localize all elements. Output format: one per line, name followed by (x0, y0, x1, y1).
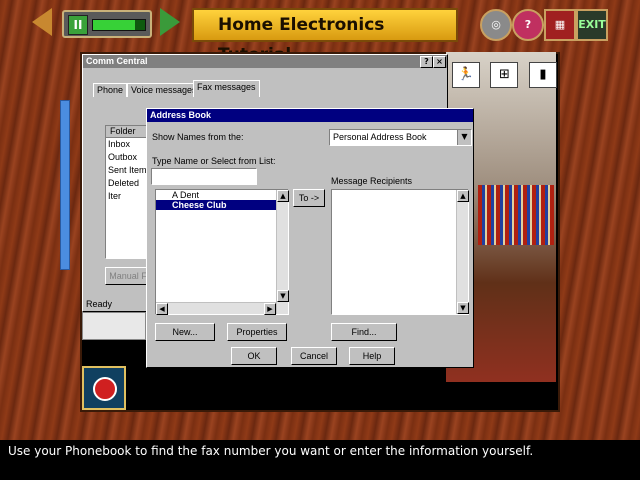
recipients-label: Message Recipients (331, 176, 413, 186)
tab-fax-messages[interactable]: Fax messages (193, 80, 260, 97)
show-names-select[interactable]: Personal Address Book ▼ (329, 129, 472, 146)
progress-meter-fill (93, 20, 135, 30)
side-scroll-indicator (60, 100, 70, 270)
pause-button[interactable]: II (68, 15, 88, 35)
app-title-banner: Home Electronics Tutorial (192, 8, 458, 65)
comm-central-title: Comm Central (86, 56, 148, 66)
tab-phone[interactable]: Phone (93, 83, 128, 97)
scroll-left-icon[interactable]: ◀ (156, 303, 168, 315)
new-button[interactable]: New... (155, 323, 215, 341)
address-book-title: Address Book (150, 110, 212, 120)
list-item-selected[interactable]: Cheese Club (156, 200, 288, 210)
caption-bar: Use your Phonebook to find the fax numbe… (0, 440, 640, 480)
manual-button[interactable]: Manual F (105, 267, 151, 285)
windows-icon[interactable]: ⊞ (490, 62, 519, 88)
light-switch-icon[interactable]: ▮ (528, 62, 557, 88)
tab-voice-messages[interactable]: Voice messages (127, 83, 201, 97)
type-name-input[interactable] (151, 168, 257, 185)
comm-central-titlebar: Comm Central ? × (83, 55, 447, 68)
names-scrollbar-v[interactable]: ▲ ▼ (276, 190, 289, 314)
list-item[interactable]: A Dent (156, 190, 288, 200)
fax-machine-image (82, 312, 146, 340)
guide-avatar-icon[interactable] (82, 366, 126, 410)
scroll-up-icon[interactable]: ▲ (457, 190, 469, 202)
playback-control: II (62, 10, 152, 38)
globe-icon[interactable]: ◎ (480, 9, 512, 41)
ok-button[interactable]: OK (231, 347, 277, 365)
progress-meter (92, 19, 146, 31)
type-name-label: Type Name or Select from List: (152, 156, 276, 166)
close-icon[interactable]: × (433, 56, 446, 68)
names-list[interactable]: A Dent Cheese Club ▲ ▼ ◀ ▶ (155, 189, 289, 315)
scroll-right-icon[interactable]: ▶ (264, 303, 276, 315)
grid-menu-icon[interactable]: ▦ (544, 9, 576, 41)
exit-button[interactable]: EXIT (576, 9, 608, 41)
forward-arrow-icon[interactable] (160, 8, 180, 36)
recipients-list[interactable]: ▲ ▼ (331, 189, 469, 315)
back-arrow-icon[interactable] (32, 8, 52, 36)
room-icons: 🏃 ⊞ ▮ (452, 62, 563, 88)
to-button[interactable]: To -> (293, 189, 325, 207)
show-names-label: Show Names from the: (152, 132, 244, 142)
names-scrollbar-h[interactable]: ◀ ▶ (156, 302, 276, 315)
recipients-scrollbar-v[interactable]: ▲ ▼ (456, 190, 469, 314)
help-title-button[interactable]: ? (420, 56, 433, 68)
address-book-titlebar: Address Book (147, 109, 473, 122)
properties-button[interactable]: Properties (227, 323, 287, 341)
bookshelf-image (478, 185, 554, 245)
cancel-button[interactable]: Cancel (291, 347, 337, 365)
exercise-icon[interactable]: 🏃 (452, 62, 480, 88)
scroll-up-icon[interactable]: ▲ (277, 190, 289, 202)
status-text: Ready (86, 299, 113, 309)
caption-text: Use your Phonebook to find the fax numbe… (8, 444, 534, 458)
help-icon[interactable]: ? (512, 9, 544, 41)
scroll-down-icon[interactable]: ▼ (457, 302, 469, 314)
show-names-value: Personal Address Book (333, 132, 427, 142)
chevron-down-icon[interactable]: ▼ (457, 130, 471, 145)
address-book-dialog: Address Book Show Names from the: Person… (146, 108, 474, 368)
find-button[interactable]: Find... (331, 323, 397, 341)
help-button[interactable]: Help (349, 347, 395, 365)
scroll-down-icon[interactable]: ▼ (277, 290, 289, 302)
top-toolbar: II Home Electronics Tutorial ◎ ? ▦ EXIT (0, 0, 640, 65)
